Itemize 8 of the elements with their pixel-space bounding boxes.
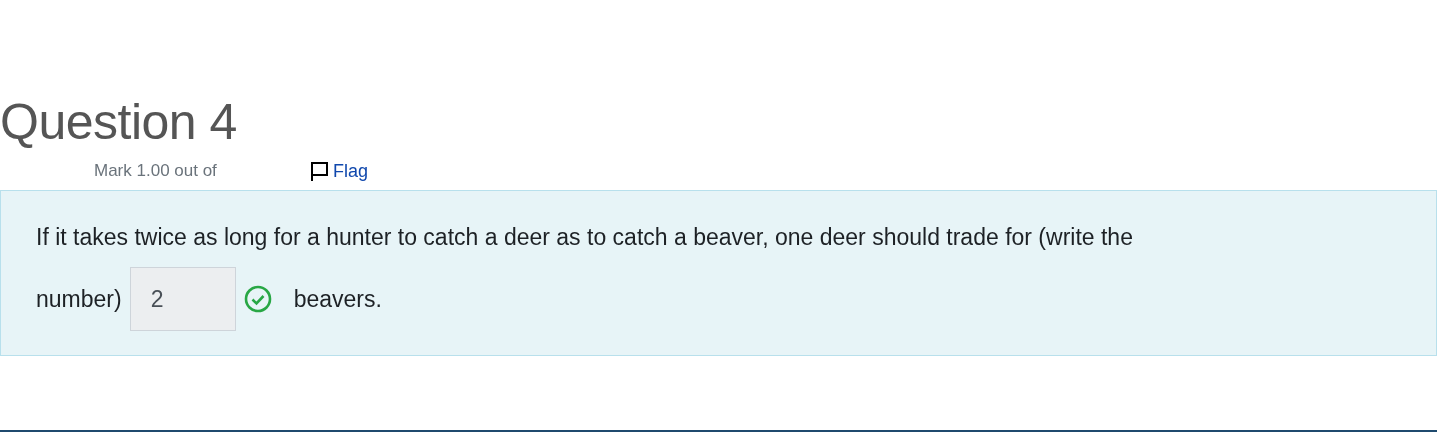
question-text: If it takes twice as long for a hunter to catch a deer as to catch a beaver, one deer should trade for (write the: [36, 223, 1133, 252]
answer-field[interactable]: 2: [129, 267, 236, 331]
question-text: number): [36, 285, 122, 314]
flag-icon: [310, 160, 330, 182]
flag-link[interactable]: Flag: [310, 160, 368, 182]
answer-suffix: beavers.: [293, 285, 382, 314]
mark-text: Mark 1.00 out of: [94, 161, 218, 181]
question-title: Question 4: [0, 93, 238, 152]
